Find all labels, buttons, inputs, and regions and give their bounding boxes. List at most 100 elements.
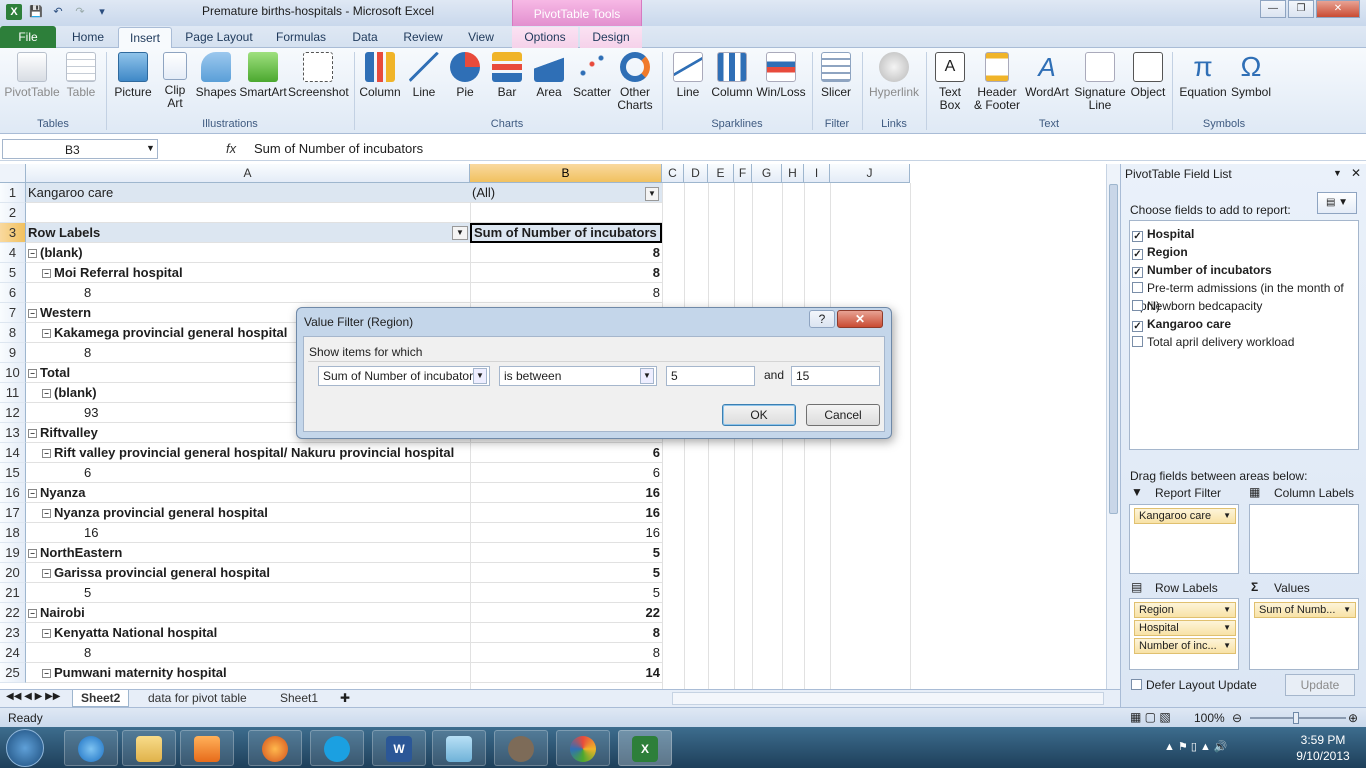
clip-art-button[interactable]: Clip Art (158, 52, 192, 116)
shapes-button[interactable]: Shapes (194, 52, 238, 116)
symbol-button[interactable]: Ω Symbol (1230, 52, 1272, 116)
sheet-tab-data-for-pivot[interactable]: data for pivot table (140, 690, 255, 707)
column-header-g[interactable]: G (752, 164, 782, 183)
filter-dropdown-icon[interactable]: ▼ (645, 187, 659, 201)
row-header[interactable]: 16 (0, 483, 26, 503)
sheet-nav-arrows-icon[interactable]: ◀◀ ◀ ▶ ▶▶ (6, 691, 60, 702)
start-button-icon[interactable] (6, 729, 44, 767)
row-header[interactable]: 17 (0, 503, 26, 523)
ok-button[interactable]: OK (722, 404, 796, 426)
slicer-button[interactable]: Slicer (816, 52, 856, 116)
horizontal-scrollbar[interactable] (672, 692, 1104, 705)
maximize-button[interactable]: ❐ (1288, 0, 1314, 18)
customize-qat-icon[interactable]: ▾ (94, 4, 110, 20)
sparkline-line-button[interactable]: Line (668, 52, 708, 116)
tab-review[interactable]: Review (396, 27, 450, 48)
column-header-j[interactable]: J (830, 164, 910, 183)
column-header-e[interactable]: E (708, 164, 734, 183)
tab-view[interactable]: View (460, 27, 502, 48)
values-area[interactable]: Sum of Numb... ▼ (1249, 598, 1359, 670)
field-checkbox[interactable]: ✓ Region (1132, 243, 1188, 261)
report-filter-area[interactable]: Kangaroo care ▼ (1129, 504, 1239, 574)
cell-a19[interactable]: − NorthEastern (26, 543, 470, 563)
cell-b24[interactable]: 8 (470, 643, 662, 663)
taskbar-firefox[interactable] (248, 730, 302, 766)
line-chart-button[interactable]: Line (404, 52, 444, 116)
pivottable-button[interactable]: PivotTable (4, 52, 60, 116)
checkbox-icon[interactable]: ✓ (1132, 321, 1143, 332)
dialog-close-button[interactable]: ✕ (837, 310, 883, 328)
screenshot-button[interactable]: Screenshot (288, 52, 349, 116)
cell-b21[interactable]: 5 (470, 583, 662, 603)
clock-date[interactable]: 9/10/2013 (1290, 749, 1356, 763)
cell-a3[interactable]: Row Labels (26, 223, 470, 243)
cell-a5[interactable]: − Moi Referral hospital (26, 263, 470, 283)
row-header[interactable]: 20 (0, 563, 26, 583)
row-header[interactable]: 6 (0, 283, 26, 303)
minimize-button[interactable]: — (1260, 0, 1286, 18)
name-box[interactable]: B3 (2, 139, 158, 159)
collapse-icon[interactable]: − (42, 449, 51, 458)
close-button[interactable]: ✕ (1316, 0, 1360, 18)
sheet-tab-sheet1[interactable]: Sheet1 (272, 690, 326, 707)
row-pill-region[interactable]: Region ▼ (1134, 602, 1236, 618)
cell-b2[interactable] (470, 203, 662, 223)
name-box-dropdown-icon[interactable]: ▼ (146, 143, 155, 153)
collapse-icon[interactable]: − (28, 609, 37, 618)
cell-a15[interactable]: 6 (26, 463, 470, 483)
cell-b14[interactable]: 6 (470, 443, 662, 463)
cell-a17[interactable]: − Nyanza provincial general hospital (26, 503, 470, 523)
view-buttons-icon[interactable]: ▦ ▢ ▧ (1130, 710, 1171, 724)
cell-a6[interactable]: 8 (26, 283, 470, 303)
column-header-a[interactable]: A (26, 164, 470, 183)
bar-chart-button[interactable]: Bar (488, 52, 526, 116)
cell-b4[interactable]: 8 (470, 243, 662, 263)
collapse-icon[interactable]: − (28, 309, 37, 318)
taskbar-gimp[interactable] (494, 730, 548, 766)
row-header[interactable]: 2 (0, 203, 26, 223)
select-all-corner[interactable] (0, 164, 26, 183)
value2-input[interactable]: 15 (791, 366, 880, 386)
field-checkbox[interactable]: Total april delivery workload (1132, 333, 1294, 351)
undo-icon[interactable]: ↶ (50, 4, 66, 20)
table-button[interactable]: Table (62, 52, 100, 116)
wordart-button[interactable]: A WordArt (1024, 52, 1070, 116)
field-checkbox[interactable]: Newborn bedcapacity (1132, 297, 1262, 315)
field-checkbox[interactable]: ✓ Kangaroo care (1132, 315, 1231, 333)
row-header[interactable]: 19 (0, 543, 26, 563)
sparkline-winloss-button[interactable]: Win/Loss (756, 52, 806, 116)
cancel-button[interactable]: Cancel (806, 404, 880, 426)
cell-a25[interactable]: − Pumwani maternity hospital (26, 663, 470, 683)
collapse-icon[interactable]: − (28, 489, 37, 498)
row-header[interactable]: 13 (0, 423, 26, 443)
value1-input[interactable]: 5 (666, 366, 755, 386)
defer-layout-checkbox[interactable]: Defer Layout Update (1131, 678, 1257, 692)
insert-sheet-icon[interactable]: ✚ (340, 691, 350, 705)
taskbar-excel[interactable]: X (618, 730, 672, 766)
cell-b25[interactable]: 14 (470, 663, 662, 683)
column-chart-button[interactable]: Column (358, 52, 402, 116)
insert-function-button[interactable]: fx (226, 141, 236, 156)
zoom-slider-thumb[interactable] (1293, 712, 1299, 724)
save-icon[interactable]: 💾 (28, 4, 44, 20)
row-header[interactable]: 12 (0, 403, 26, 423)
row-header[interactable]: 15 (0, 463, 26, 483)
field-checkbox[interactable]: ✓ Hospital (1132, 225, 1194, 243)
equation-button[interactable]: π Equation (1176, 52, 1230, 116)
row-pill-incubators[interactable]: Number of inc... ▼ (1134, 638, 1236, 654)
row-header[interactable]: 21 (0, 583, 26, 603)
checkbox-icon[interactable] (1132, 282, 1143, 293)
formula-content[interactable]: Sum of Number of incubators (254, 141, 423, 156)
row-header[interactable]: 1 (0, 183, 26, 203)
panel-menu-icon[interactable]: ▼ (1333, 168, 1342, 178)
redo-icon[interactable]: ↷ (72, 4, 88, 20)
cell-a21[interactable]: 5 (26, 583, 470, 603)
column-header-f[interactable]: F (734, 164, 752, 183)
vertical-scrollbar[interactable] (1106, 164, 1120, 689)
cell-b6[interactable]: 8 (470, 283, 662, 303)
value-pill-sum-incubators[interactable]: Sum of Numb... ▼ (1254, 602, 1356, 618)
taskbar-skype[interactable] (310, 730, 364, 766)
cell-a20[interactable]: − Garissa provincial general hospital (26, 563, 470, 583)
row-labels-filter-icon[interactable]: ▼ (452, 226, 468, 240)
zoom-level[interactable]: 100% (1194, 711, 1225, 725)
